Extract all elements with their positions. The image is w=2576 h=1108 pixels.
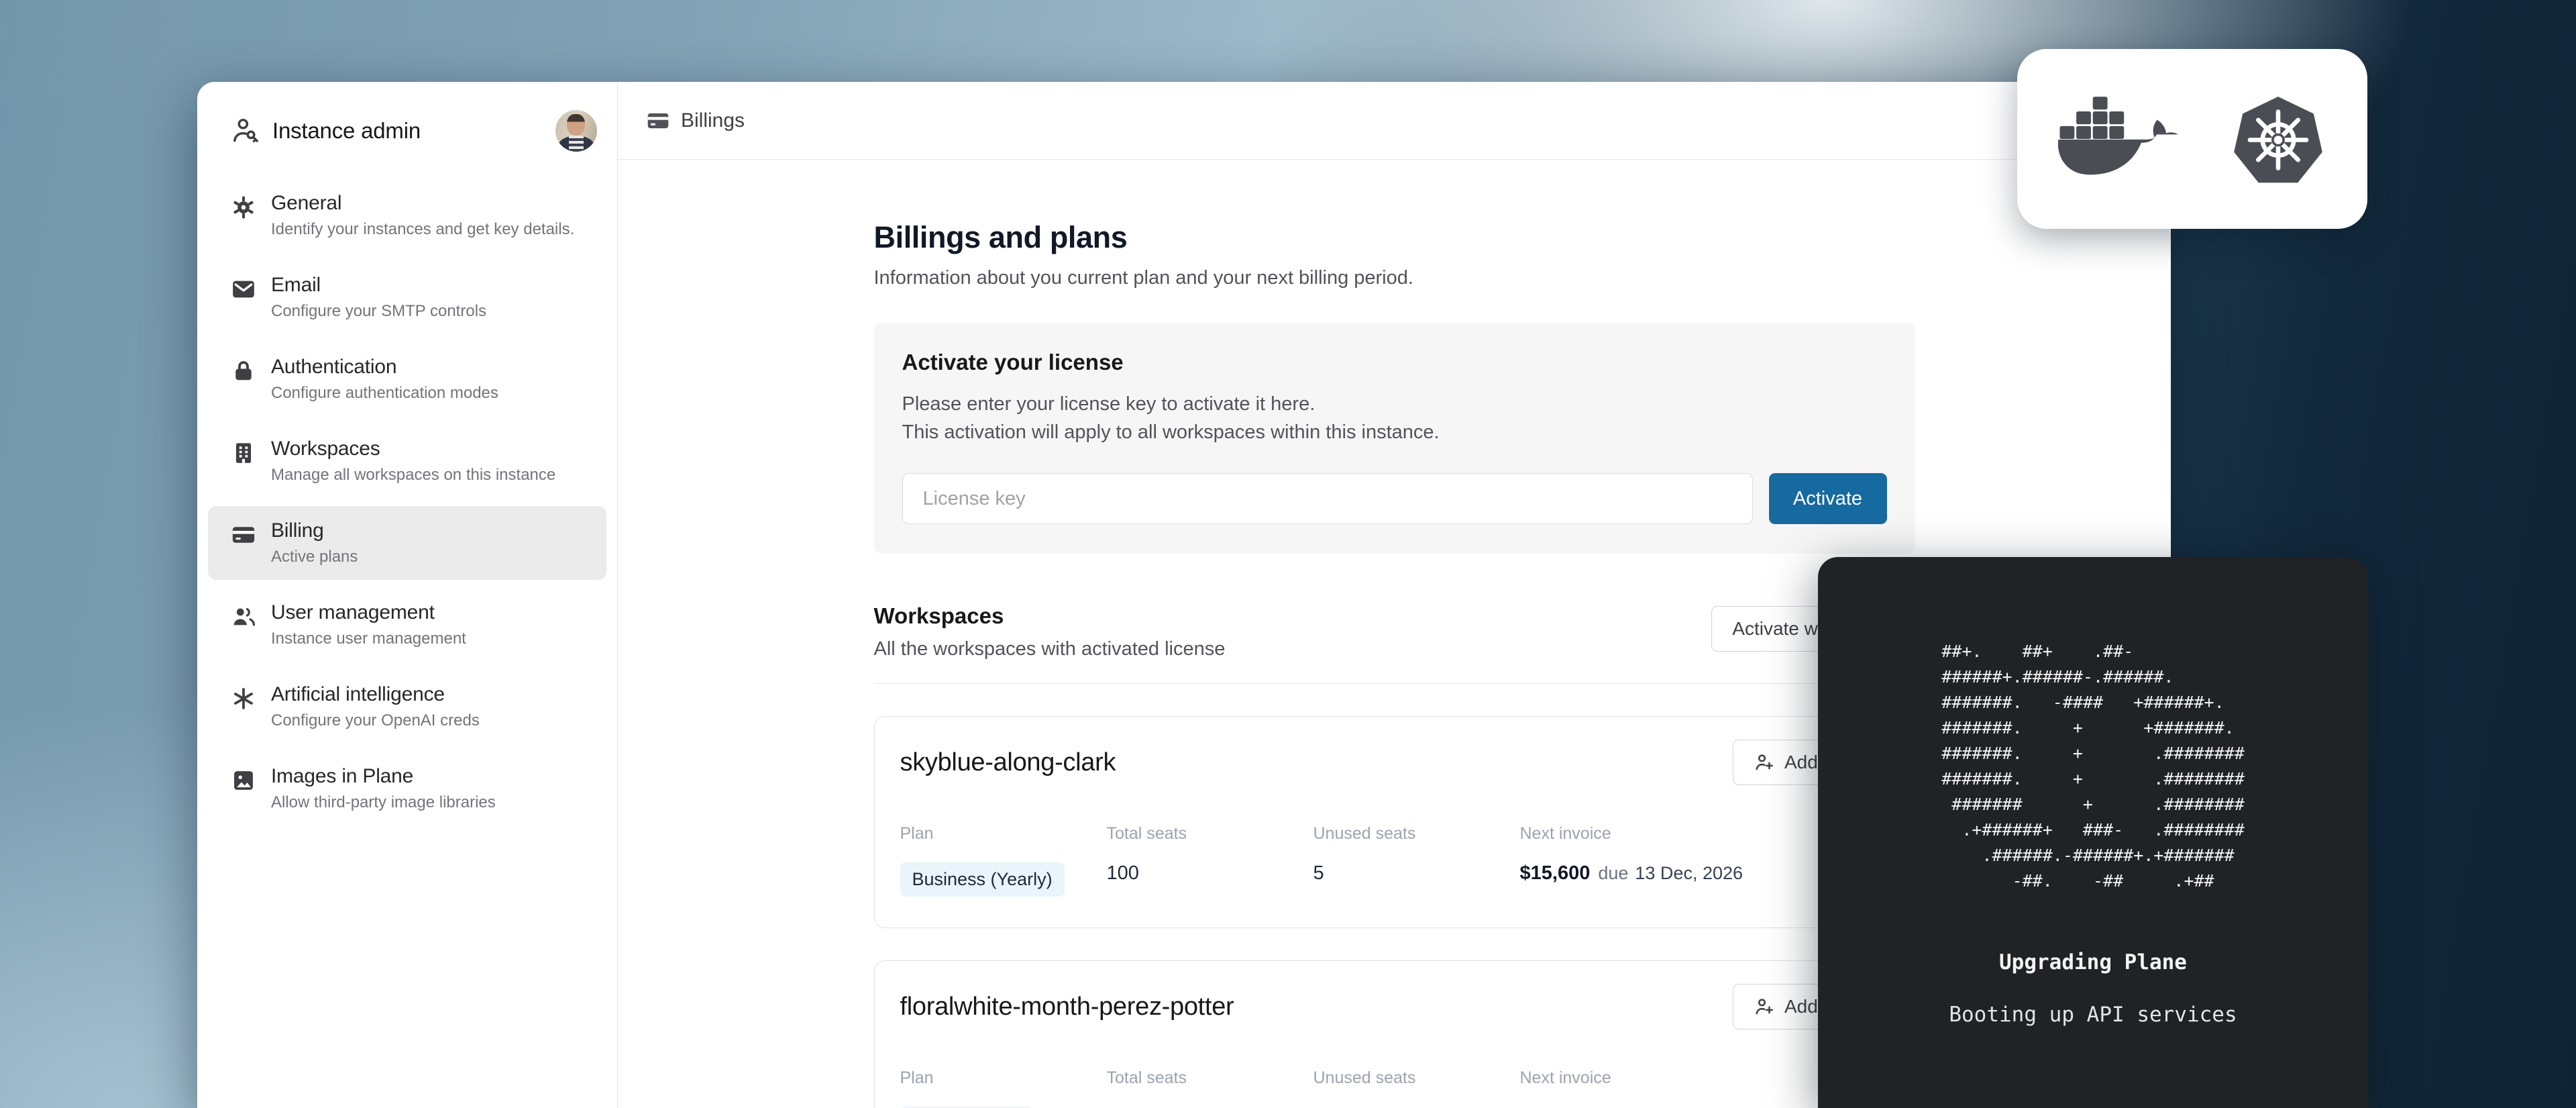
page-subtitle: Information about you current plan and y… bbox=[874, 267, 1915, 289]
unused-seats-value: 5 bbox=[1313, 862, 1520, 885]
license-activation-card: Activate your license Please enter your … bbox=[874, 323, 1915, 554]
sidebar-item[interactable]: Artificial intelligence Configure your O… bbox=[208, 670, 606, 744]
workspace-card: skyblue-along-clark Add seats Plan Busin… bbox=[874, 716, 1915, 928]
sidebar-item-label: Artificial intelligence bbox=[271, 683, 480, 706]
sidebar-item[interactable]: Images in Plane Allow third-party image … bbox=[208, 752, 606, 825]
sidebar-item[interactable]: Workspaces Manage all workspaces on this… bbox=[208, 424, 606, 498]
sidebar-item-description: Configure your OpenAI creds bbox=[271, 711, 480, 730]
building-icon bbox=[231, 440, 256, 466]
sidebar-item-description: Manage all workspaces on this instance bbox=[271, 466, 555, 485]
sidebar-item-label: Workspaces bbox=[271, 438, 555, 460]
mail-icon bbox=[231, 276, 256, 302]
kubernetes-icon bbox=[2228, 89, 2328, 189]
sidebar-item[interactable]: Billing Active plans bbox=[208, 506, 606, 580]
license-card-title: Activate your license bbox=[902, 350, 1887, 375]
sidebar-item-label: User management bbox=[271, 601, 466, 624]
sidebar-item-label: General bbox=[271, 192, 574, 215]
sidebar-item-description: Instance user management bbox=[271, 629, 466, 648]
upgrade-status-panel: ##+. ##+ .##- ######+.######-.######. ##… bbox=[1818, 557, 2368, 1108]
user-plus-icon bbox=[1754, 996, 1775, 1017]
credit-card-icon bbox=[231, 522, 256, 548]
plan-badge: Business (Yearly) bbox=[900, 862, 1065, 897]
workspace-name: floralwhite-month-perez-potter bbox=[900, 993, 1234, 1021]
sidebar-item-label: Email bbox=[271, 274, 486, 297]
sidebar-item-label: Billing bbox=[271, 519, 358, 542]
column-header-unused-seats: Unused seats bbox=[1313, 824, 1520, 844]
section-divider bbox=[874, 683, 1915, 684]
user-plus-icon bbox=[1754, 752, 1775, 773]
column-header-total-seats: Total seats bbox=[1107, 1068, 1313, 1088]
image-icon bbox=[231, 768, 256, 793]
sidebar-header: Instance admin bbox=[208, 106, 606, 156]
instance-admin-icon bbox=[231, 116, 260, 146]
license-key-input[interactable] bbox=[902, 473, 1753, 524]
page-title: Billings and plans bbox=[874, 220, 1915, 255]
upgrade-status-message: Booting up API services bbox=[1818, 1003, 2368, 1027]
sidebar-item[interactable]: Authentication Configure authentication … bbox=[208, 342, 606, 416]
invoice-date: 13 Dec, 2026 bbox=[1635, 863, 1743, 884]
sparkle-icon bbox=[231, 686, 256, 711]
sidebar-title: Instance admin bbox=[272, 118, 555, 144]
invoice-due-word: due bbox=[1598, 863, 1628, 884]
license-card-line2: This activation will apply to all worksp… bbox=[902, 418, 1887, 446]
breadcrumb: Billings bbox=[681, 109, 745, 132]
workspaces-section-subtitle: All the workspaces with activated licens… bbox=[874, 638, 1226, 660]
sidebar: Instance admin General Identify your ins… bbox=[197, 82, 618, 1108]
upgrade-status-title: Upgrading Plane bbox=[1818, 950, 2368, 974]
sidebar-item-label: Authentication bbox=[271, 356, 498, 379]
column-header-plan: Plan bbox=[900, 1068, 1107, 1088]
workspace-name: skyblue-along-clark bbox=[900, 748, 1116, 777]
credit-card-icon bbox=[646, 109, 670, 133]
sidebar-item-description: Allow third-party image libraries bbox=[271, 793, 496, 812]
topbar: Billings bbox=[618, 82, 2171, 160]
sidebar-item-label: Images in Plane bbox=[271, 765, 496, 788]
sidebar-item-description: Configure your SMTP controls bbox=[271, 302, 486, 321]
license-card-line1: Please enter your license key to activat… bbox=[902, 390, 1887, 418]
users-icon bbox=[231, 604, 256, 629]
column-header-total-seats: Total seats bbox=[1107, 824, 1313, 844]
column-header-unused-seats: Unused seats bbox=[1313, 1068, 1520, 1088]
workspace-billing-table: Plan Pro (Monthly) Total seats 25 Unused… bbox=[900, 1068, 1889, 1108]
invoice-amount: $15,600 bbox=[1520, 862, 1591, 885]
lock-icon bbox=[231, 358, 256, 384]
workspace-card: floralwhite-month-perez-potter Add seats… bbox=[874, 960, 1915, 1108]
workspace-billing-table: Plan Business (Yearly) Total seats 100 U… bbox=[900, 824, 1889, 897]
gear-icon bbox=[231, 195, 256, 220]
docker-icon bbox=[2056, 92, 2181, 186]
total-seats-value: 100 bbox=[1107, 862, 1313, 885]
plane-ascii-logo: ##+. ##+ .##- ######+.######-.######. ##… bbox=[1941, 639, 2245, 894]
deployment-badges-card bbox=[2017, 49, 2367, 229]
sidebar-item-description: Configure authentication modes bbox=[271, 384, 498, 403]
sidebar-item[interactable]: General Identify your instances and get … bbox=[208, 179, 606, 252]
sidebar-item-description: Identify your instances and get key deta… bbox=[271, 220, 574, 239]
sidebar-nav: General Identify your instances and get … bbox=[208, 179, 606, 825]
sidebar-item[interactable]: User management Instance user management bbox=[208, 588, 606, 662]
avatar[interactable] bbox=[555, 110, 597, 152]
column-header-plan: Plan bbox=[900, 824, 1107, 844]
sidebar-item-description: Active plans bbox=[271, 548, 358, 566]
sidebar-item[interactable]: Email Configure your SMTP controls bbox=[208, 260, 606, 334]
workspaces-section-title: Workspaces bbox=[874, 603, 1226, 629]
activate-button[interactable]: Activate bbox=[1769, 473, 1887, 524]
